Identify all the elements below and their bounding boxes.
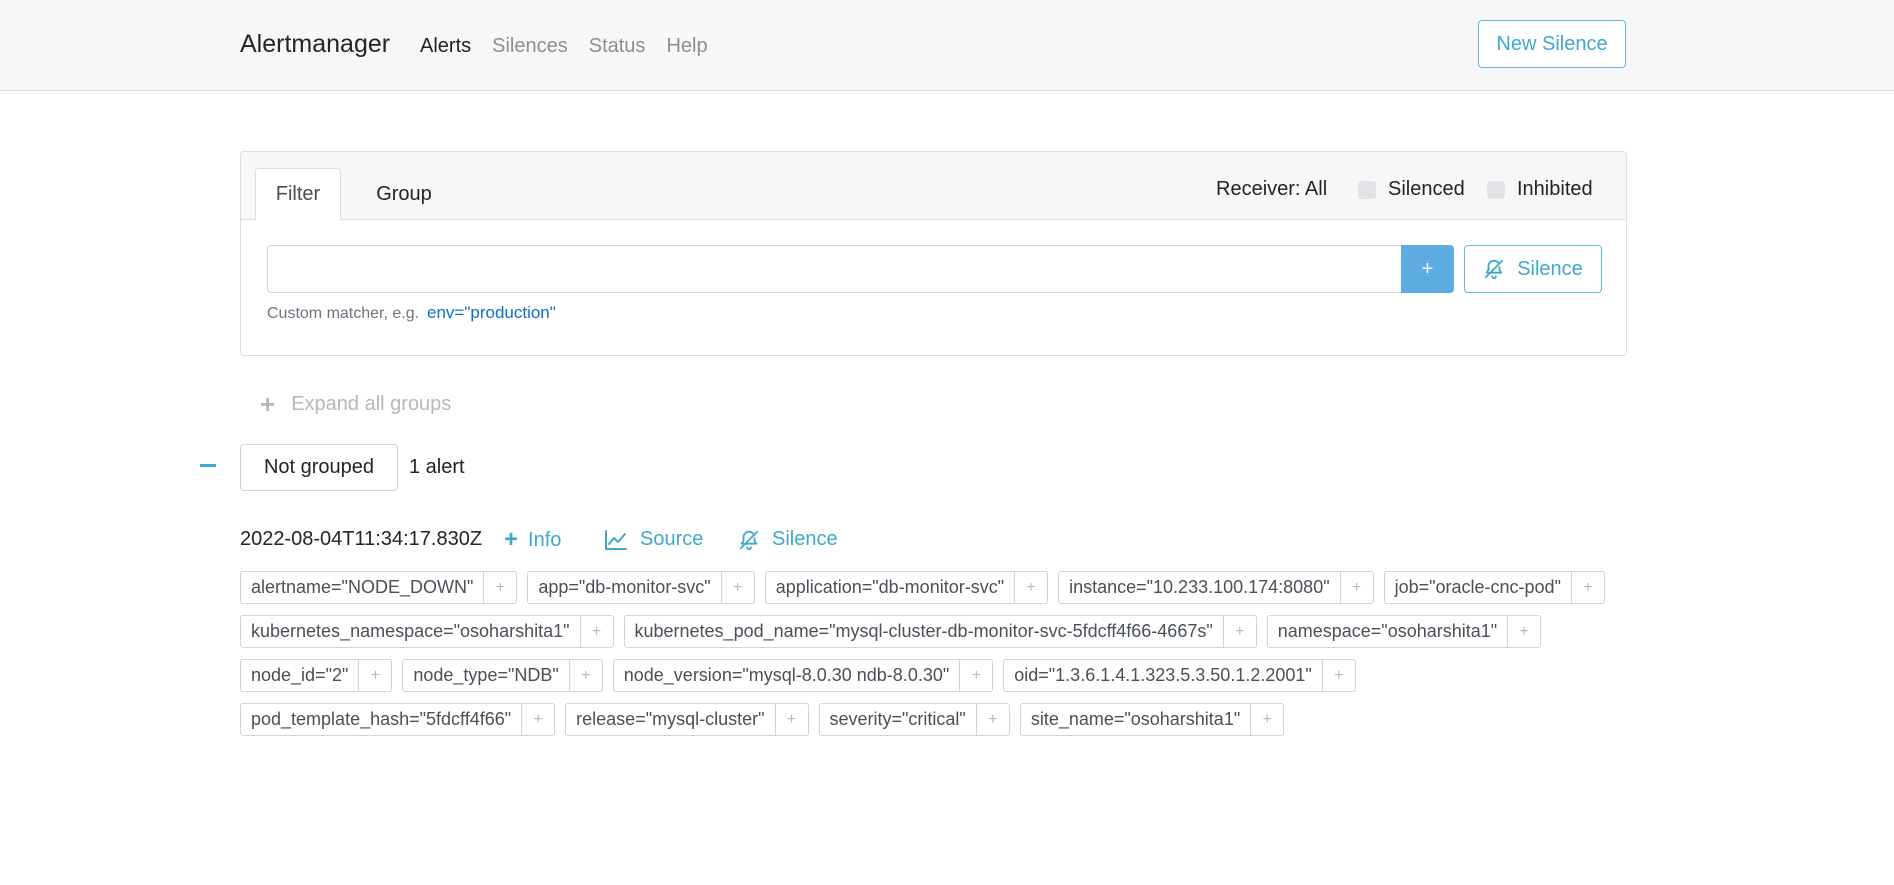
alert-silence-link[interactable]: Silence (738, 528, 838, 551)
label-badge[interactable]: kubernetes_pod_name="mysql-cluster-db-mo… (623, 615, 1257, 648)
add-filter-icon[interactable]: + (483, 572, 516, 603)
nav-link-alerts[interactable]: Alerts (420, 35, 471, 58)
alert-source-label: Source (640, 528, 704, 550)
add-filter-icon[interactable]: + (521, 704, 554, 735)
label-text[interactable]: alertname="NODE_DOWN" (241, 572, 483, 603)
group-name-button[interactable]: Not grouped (240, 444, 398, 491)
label-badge[interactable]: instance="10.233.100.174:8080" + (1058, 571, 1374, 604)
filter-silence-button[interactable]: Silence (1464, 245, 1602, 293)
inhibited-checkbox-label: Inhibited (1517, 178, 1593, 200)
label-text[interactable]: kubernetes_pod_name="mysql-cluster-db-mo… (625, 616, 1223, 647)
group-alert-count: 1 alert (409, 456, 465, 478)
nav-link-silences[interactable]: Silences (492, 35, 568, 58)
bell-slash-icon (739, 530, 759, 550)
label-text[interactable]: release="mysql-cluster" (566, 704, 774, 735)
label-row: kubernetes_namespace="osoharshita1" + kub… (240, 615, 1640, 648)
new-silence-button[interactable]: New Silence (1478, 20, 1626, 68)
label-text[interactable]: kubernetes_namespace="osoharshita1" (241, 616, 580, 647)
add-filter-icon[interactable]: + (1250, 704, 1283, 735)
alert-labels: alertname="NODE_DOWN" + app="db-monitor-s… (240, 571, 1640, 747)
brand-logo[interactable]: Alertmanager (240, 30, 390, 59)
label-badge[interactable]: namespace="osoharshita1" + (1266, 615, 1542, 648)
nav-link-help[interactable]: Help (666, 35, 707, 58)
label-badge[interactable]: job="oracle-cnc-pod" + (1383, 571, 1605, 604)
nav-links: Alerts Silences Status Help (420, 35, 729, 58)
filter-silence-button-label: Silence (1517, 257, 1583, 280)
label-badge[interactable]: app="db-monitor-svc" + (527, 571, 755, 604)
label-text[interactable]: instance="10.233.100.174:8080" (1059, 572, 1340, 603)
alert-info-link[interactable]: + Info (504, 526, 561, 554)
bell-slash-icon (1485, 259, 1504, 280)
label-badge[interactable]: oid="1.3.6.1.4.1.323.5.3.50.1.2.2001" + (1003, 659, 1356, 692)
alert-silence-label: Silence (772, 528, 838, 550)
alert-source-link[interactable]: Source (604, 528, 703, 551)
label-badge[interactable]: node_version="mysql-8.0.30 ndb-8.0.30" + (612, 659, 994, 692)
label-badge[interactable]: release="mysql-cluster" + (565, 703, 809, 736)
add-filter-icon[interactable]: + (1570, 572, 1604, 603)
label-text[interactable]: pod_template_hash="5fdcff4f66" (241, 704, 521, 735)
label-text[interactable]: application="db-monitor-svc" (766, 572, 1014, 603)
add-filter-icon[interactable]: + (1507, 616, 1540, 647)
add-filter-icon[interactable]: + (1222, 616, 1256, 647)
label-badge[interactable]: severity="critical" + (818, 703, 1010, 736)
label-row: node_id="2" + node_type="NDB" + node_versi… (240, 659, 1640, 692)
add-filter-icon[interactable]: + (579, 616, 613, 647)
plus-icon: + (504, 526, 519, 553)
label-badge[interactable]: kubernetes_namespace="osoharshita1" + (240, 615, 614, 648)
add-filter-icon[interactable]: + (1339, 572, 1373, 603)
tab-group[interactable]: Group (359, 168, 449, 220)
add-filter-icon[interactable]: + (568, 660, 602, 691)
label-text[interactable]: job="oracle-cnc-pod" (1385, 572, 1571, 603)
silenced-checkbox-label: Silenced (1388, 178, 1465, 200)
label-badge[interactable]: alertname="NODE_DOWN" + (240, 571, 518, 604)
add-matcher-button[interactable]: + (1401, 245, 1454, 293)
chart-line-icon (605, 529, 627, 550)
add-filter-icon[interactable]: + (1014, 572, 1047, 603)
silenced-checkbox-box[interactable] (1358, 180, 1376, 199)
add-filter-icon[interactable]: + (959, 660, 992, 691)
nav-link-status[interactable]: Status (589, 35, 646, 58)
label-row: pod_template_hash="5fdcff4f66" + release=… (240, 703, 1640, 736)
label-text[interactable]: node_type="NDB" (403, 660, 568, 691)
label-badge[interactable]: site_name="osoharshita1" + (1019, 703, 1285, 736)
expand-all-label: Expand all groups (291, 393, 452, 415)
tab-filter[interactable]: Filter (255, 168, 341, 221)
collapse-group-icon[interactable] (200, 464, 216, 467)
matcher-hint-example[interactable]: env="production" (427, 303, 556, 323)
label-text[interactable]: node_version="mysql-8.0.30 ndb-8.0.30" (614, 660, 960, 691)
label-badge[interactable]: node_type="NDB" + (402, 659, 603, 692)
add-filter-icon[interactable]: + (358, 660, 391, 691)
label-badge[interactable]: node_id="2" + (240, 659, 393, 692)
filter-card: Filter Group Receiver: All Silenced Inhi… (240, 151, 1627, 356)
label-badge[interactable]: pod_template_hash="5fdcff4f66" + (240, 703, 556, 736)
alert-info-label: Info (528, 528, 562, 551)
expand-all-groups[interactable]: + Expand all groups (260, 389, 451, 420)
label-text[interactable]: oid="1.3.6.1.4.1.323.5.3.50.1.2.2001" (1004, 660, 1322, 691)
add-filter-icon[interactable]: + (720, 572, 754, 603)
add-filter-icon[interactable]: + (774, 704, 808, 735)
label-text[interactable]: app="db-monitor-svc" (528, 572, 720, 603)
label-text[interactable]: node_id="2" (241, 660, 358, 691)
alert-timestamp: 2022-08-04T11:34:17.830Z (240, 528, 483, 550)
receiver-select[interactable]: Receiver: All (1216, 178, 1327, 201)
plus-icon: + (260, 389, 276, 419)
label-badge[interactable]: application="db-monitor-svc" + (764, 571, 1049, 604)
matcher-hint: Custom matcher, e.g. (267, 305, 420, 322)
add-filter-icon[interactable]: + (1321, 660, 1355, 691)
add-filter-icon[interactable]: + (975, 704, 1009, 735)
navbar: Alertmanager Alerts Silences Status Help… (0, 0, 1894, 91)
label-text[interactable]: severity="critical" (820, 704, 976, 735)
label-row: alertname="NODE_DOWN" + app="db-monitor-s… (240, 571, 1640, 604)
matcher-input[interactable] (267, 245, 1402, 293)
silenced-checkbox[interactable]: Silenced (1358, 178, 1465, 201)
label-text[interactable]: site_name="osoharshita1" (1021, 704, 1250, 735)
inhibited-checkbox-box[interactable] (1487, 180, 1505, 199)
inhibited-checkbox[interactable]: Inhibited (1487, 178, 1593, 201)
label-text[interactable]: namespace="osoharshita1" (1268, 616, 1507, 647)
filter-card-header: Filter Group Receiver: All Silenced Inhi… (241, 152, 1626, 221)
